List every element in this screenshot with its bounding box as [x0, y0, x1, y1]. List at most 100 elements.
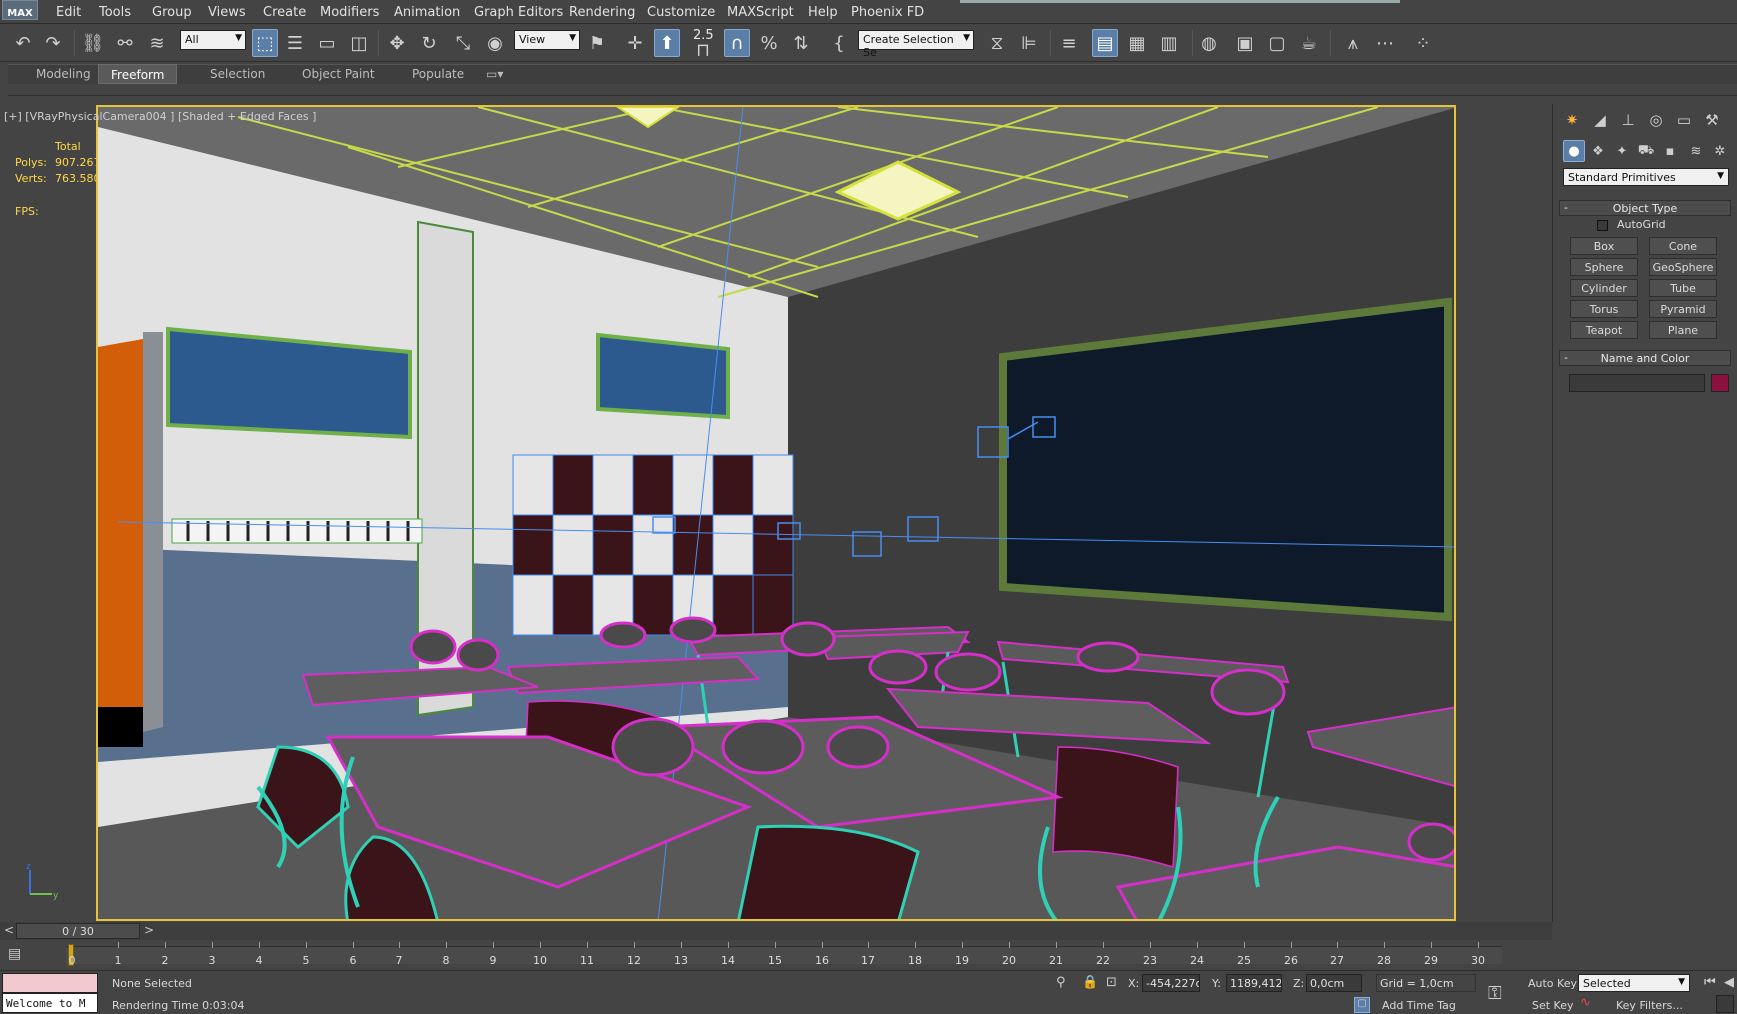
menu-modifiers[interactable]: Modifiers	[320, 5, 379, 20]
curve-editor-mini-icon[interactable]: ▤	[8, 946, 34, 964]
auto-key-button[interactable]: Auto Key	[1528, 977, 1577, 990]
select-manipulate-icon[interactable]: ✛	[622, 29, 648, 57]
material-editor-icon[interactable]: ◍	[1196, 29, 1222, 57]
spinner-snap-icon[interactable]: ⇅	[788, 29, 814, 57]
key-filters-button[interactable]: Key Filters...	[1616, 999, 1683, 1012]
particle-icon[interactable]: ⁘	[1410, 29, 1436, 57]
link-icon[interactable]: ⛓	[80, 29, 106, 57]
teapot-button[interactable]: Teapot	[1570, 321, 1638, 339]
pyramid-button[interactable]: Pyramid	[1649, 300, 1717, 318]
go-to-start-icon[interactable]: ⏮	[1704, 975, 1716, 990]
create-tab-icon[interactable]: ✷	[1559, 108, 1585, 132]
menu-help[interactable]: Help	[808, 5, 838, 20]
select-by-name-icon[interactable]: ☰	[282, 29, 308, 57]
motion-tab-icon[interactable]: ◎	[1643, 108, 1669, 132]
utilities-tab-icon[interactable]: ⚒	[1699, 108, 1725, 132]
space-warps-icon[interactable]: ≋	[1685, 140, 1707, 162]
mirror-icon[interactable]: ⧖	[984, 29, 1010, 57]
time-slider-next-button[interactable]: >	[144, 923, 154, 937]
percent-snap-icon[interactable]: %	[756, 29, 782, 57]
select-object-icon[interactable]: ⬚	[252, 29, 278, 57]
viewport-label[interactable]: [+] [VRayPhysicalCamera004 ] [Shaded + E…	[4, 110, 316, 123]
vray-toolbar-icon[interactable]: ⋯	[1372, 29, 1398, 57]
tube-button[interactable]: Tube	[1649, 279, 1717, 297]
render-setup-icon[interactable]: ▣	[1232, 29, 1258, 57]
helpers-icon[interactable]: ▪	[1659, 140, 1681, 162]
menu-animation[interactable]: Animation	[394, 5, 460, 20]
undo-icon[interactable]: ↶	[10, 29, 36, 57]
key-mode-dropdown[interactable]: Selected ▼	[1578, 974, 1690, 992]
absolute-transform-icon[interactable]: ⊡	[1106, 975, 1117, 990]
object-name-field[interactable]	[1569, 374, 1705, 392]
object-color-swatch[interactable]	[1711, 374, 1729, 392]
cone-button[interactable]: Cone	[1649, 237, 1717, 255]
menu-create[interactable]: Create	[263, 5, 306, 20]
modify-tab-icon[interactable]: ◢	[1587, 108, 1613, 132]
box-button[interactable]: Box	[1570, 237, 1638, 255]
menu-views[interactable]: Views	[208, 5, 246, 20]
geosphere-button[interactable]: GeoSphere	[1649, 258, 1717, 276]
menu-phoenix-fd[interactable]: Phoenix FD	[851, 5, 924, 20]
pivot-center-icon[interactable]: ⚑	[584, 29, 610, 57]
menu-maxscript[interactable]: MAXScript	[727, 5, 794, 20]
time-slider-prev-button[interactable]: <	[4, 923, 14, 937]
place-icon[interactable]: ◉	[482, 29, 508, 57]
autogrid-checkbox[interactable]	[1597, 220, 1608, 231]
tab-selection[interactable]: Selection	[198, 64, 277, 84]
angle-snap-icon[interactable]: ∩	[724, 29, 750, 57]
rectangular-selection-icon[interactable]: ▭	[314, 29, 340, 57]
cameras-icon[interactable]: ⛟	[1635, 140, 1657, 162]
ribbon-options-icon[interactable]: ▭▾	[480, 64, 509, 84]
curve-editor-icon[interactable]: ▥	[1156, 29, 1182, 57]
tab-populate[interactable]: Populate	[400, 64, 476, 84]
z-coord-field[interactable]: 0,0cm	[1306, 974, 1362, 992]
name-and-color-rollout[interactable]: - Name and Color	[1559, 350, 1731, 366]
maxscript-output[interactable]	[2, 973, 98, 993]
object-category-dropdown[interactable]: Standard Primitives ▼	[1563, 168, 1729, 186]
lights-icon[interactable]: ✦	[1611, 140, 1633, 162]
layer-manager-icon[interactable]: ≡	[1056, 29, 1082, 57]
scene-explorer-icon[interactable]: ▤	[1092, 29, 1118, 57]
maxscript-listener[interactable]: Welcome to M	[2, 973, 98, 1013]
torus-button[interactable]: Torus	[1570, 300, 1638, 318]
rotate-icon[interactable]: ↻	[416, 29, 442, 57]
frame-number-field[interactable]	[1716, 995, 1734, 1013]
plane-button[interactable]: Plane	[1649, 321, 1717, 339]
reference-coordinate-dropdown[interactable]: View ▼	[514, 30, 580, 50]
edit-named-selection-icon[interactable]: {	[826, 29, 852, 57]
time-slider-thumb[interactable]: 0 / 30	[16, 923, 140, 939]
tab-object-paint[interactable]: Object Paint	[290, 64, 387, 84]
render-production-icon[interactable]: ☕	[1296, 29, 1322, 57]
y-coord-field[interactable]: 1189,412cm	[1226, 974, 1282, 992]
redo-icon[interactable]: ↷	[40, 29, 66, 57]
object-type-rollout[interactable]: - Object Type	[1559, 200, 1731, 216]
shapes-icon[interactable]: ❖	[1587, 140, 1609, 162]
menu-tools[interactable]: Tools	[99, 5, 131, 20]
geometry-icon[interactable]: ●	[1563, 140, 1585, 162]
tab-modeling[interactable]: Modeling	[24, 64, 103, 84]
scale-icon[interactable]: ⤡	[450, 29, 476, 57]
menu-rendering[interactable]: Rendering	[569, 5, 635, 20]
camera-viewport[interactable]	[96, 105, 1456, 921]
trackbar[interactable]: ▤ 0 1 2 3 4 5 6 7 8 9 10 11 12 13 14 15 16 17 18 19 20 21 22 2…	[0, 940, 1737, 970]
window-crossing-icon[interactable]: ◫	[346, 29, 372, 57]
set-key-curve-icon[interactable]: ∿	[1580, 995, 1591, 1010]
align-icon[interactable]: ⊫	[1016, 29, 1042, 57]
cylinder-button[interactable]: Cylinder	[1570, 279, 1638, 297]
set-key-button[interactable]: Set Key	[1532, 999, 1574, 1012]
x-coord-field[interactable]: -454,227cm	[1142, 974, 1200, 992]
menu-group[interactable]: Group	[152, 5, 192, 20]
selection-lock-icon[interactable]: 🔒	[1082, 975, 1098, 990]
move-icon[interactable]: ✥	[384, 29, 410, 57]
menu-graph-editors[interactable]: Graph Editors	[474, 5, 563, 20]
sphere-button[interactable]: Sphere	[1570, 258, 1638, 276]
previous-frame-icon[interactable]: ◀	[1724, 975, 1734, 990]
maxscript-input[interactable]: Welcome to M	[2, 993, 98, 1013]
hierarchy-tab-icon[interactable]: ⊥	[1615, 108, 1641, 132]
time-tag-icon[interactable]: ▢	[1354, 997, 1370, 1013]
tab-freeform[interactable]: Freeform	[98, 64, 178, 84]
app-logo[interactable]: MAX	[2, 0, 38, 20]
menu-customize[interactable]: Customize	[647, 5, 715, 20]
keyboard-shortcut-override-icon[interactable]: ⬆	[654, 29, 680, 57]
isolate-selection-icon[interactable]: ⚲	[1056, 975, 1066, 990]
